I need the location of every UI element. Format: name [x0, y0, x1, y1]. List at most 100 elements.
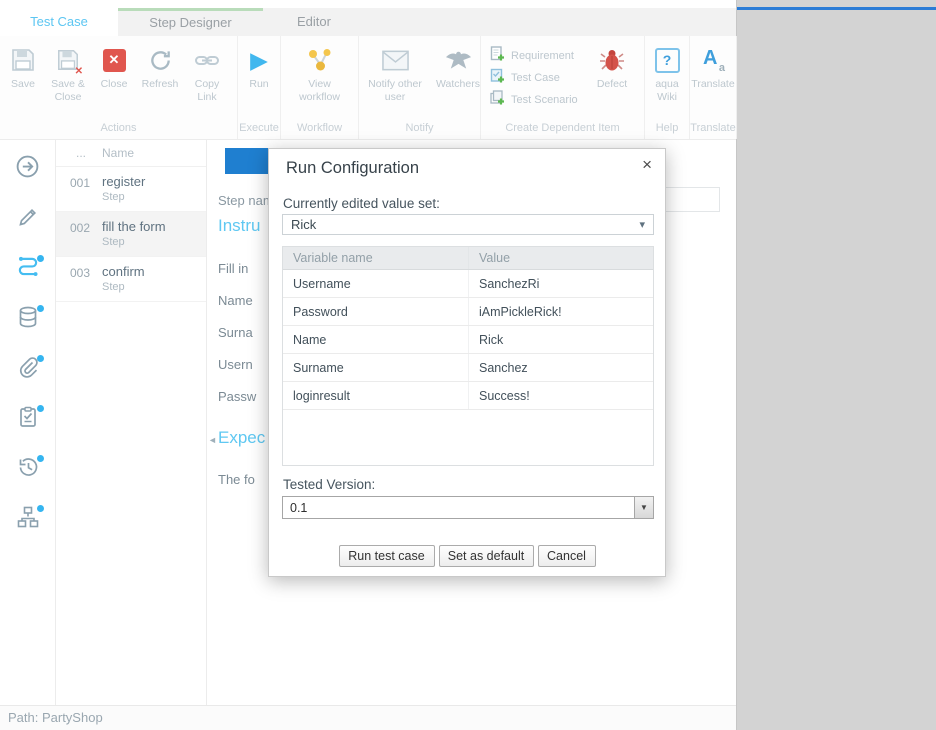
sidebar-item-goto[interactable] — [0, 144, 55, 194]
sidebar-item-edit[interactable] — [0, 194, 55, 244]
run-label: Run — [249, 78, 268, 91]
left-icon-sidebar — [0, 140, 56, 705]
ribbon: Save ✕ Save & Close ✕ Close — [0, 36, 736, 140]
sidebar-item-history[interactable] — [0, 444, 55, 494]
group-label-actions: Actions — [0, 122, 237, 134]
aqua-wiki-button[interactable]: ? aqua Wiki — [645, 45, 690, 104]
step-type: Step — [102, 281, 125, 293]
value-set-selected-value: Rick — [291, 217, 316, 232]
collapse-left-icon[interactable]: ◄ — [208, 435, 217, 445]
variable-value-cell: iAmPickleRick! — [469, 298, 653, 325]
sidebar-item-hierarchy[interactable] — [0, 494, 55, 544]
create-defect-label: Defect — [597, 78, 627, 91]
save-and-close-label: Save & Close — [45, 78, 91, 104]
group-label-create-dependent-item: Create Dependent Item — [481, 122, 644, 134]
sidebar-item-checklist[interactable] — [0, 394, 55, 444]
chevron-down-icon: ▾ — [639, 218, 645, 231]
history-icon — [16, 455, 40, 484]
step-row-003[interactable]: 003 confirm Step — [56, 257, 206, 302]
run-configuration-dialog: Run Configuration × Currently edited val… — [268, 148, 666, 577]
edit-icon — [16, 205, 40, 234]
run-button[interactable]: ▶ Run — [238, 45, 281, 91]
run-test-case-button[interactable]: Run test case — [339, 545, 435, 567]
value-set-label: Currently edited value set: — [283, 196, 440, 211]
variable-value-cell: Rick — [469, 326, 653, 353]
variable-value-cell: Sanchez — [469, 354, 653, 381]
checklist-icon — [16, 405, 40, 434]
watchers-icon — [445, 45, 472, 75]
step-name-label: Step nam — [218, 193, 274, 208]
table-row[interactable]: Surname Sanchez — [283, 354, 653, 382]
close-button[interactable]: ✕ Close — [94, 45, 134, 104]
create-test-case-button[interactable]: Test Case — [490, 67, 587, 89]
refresh-button[interactable]: Refresh — [137, 45, 183, 104]
tab-test-case[interactable]: Test Case — [0, 8, 118, 36]
create-requirement-button[interactable]: Requirement — [490, 45, 587, 67]
ribbon-group-workflow: View workflow Workflow — [281, 36, 359, 139]
translate-button[interactable]: Aa Translate — [691, 45, 736, 91]
save-and-close-button[interactable]: ✕ Save & Close — [45, 45, 91, 104]
sidebar-item-attachments[interactable] — [0, 344, 55, 394]
add-test-scenario-icon — [490, 90, 505, 110]
step-row-002[interactable]: 002 fill the form Step — [56, 212, 206, 257]
view-workflow-label: View workflow — [290, 78, 350, 104]
defect-bug-icon — [599, 45, 625, 75]
ribbon-group-actions: Save ✕ Save & Close ✕ Close — [0, 36, 238, 139]
badge-dot — [37, 405, 44, 412]
step-type: Step — [102, 191, 125, 203]
ribbon-tab-strip: Test Case Step Designer Editor — [0, 8, 736, 36]
steps-list-panel: ... Name 001 register Step 002 fill the … — [56, 140, 207, 705]
step-name: register — [102, 174, 145, 189]
screen: Test Case Step Designer Editor Save — [0, 0, 936, 730]
column-header-variable-name: Variable name — [283, 247, 469, 269]
create-test-scenario-button[interactable]: Test Scenario — [490, 89, 587, 111]
cancel-button[interactable]: Cancel — [538, 545, 596, 567]
notify-other-user-button[interactable]: Notify other user — [363, 45, 427, 104]
step-type: Step — [102, 236, 125, 248]
watchers-label: Watchers — [436, 78, 480, 91]
badge-dot — [37, 455, 44, 462]
attachment-icon — [16, 355, 40, 384]
dialog-title: Run Configuration — [286, 159, 419, 178]
sidebar-item-data[interactable] — [0, 294, 55, 344]
dialog-close-button[interactable]: × — [642, 156, 652, 173]
tested-version-value: 0.1 — [290, 501, 307, 515]
combo-dropdown-button[interactable]: ▼ — [634, 497, 653, 518]
hierarchy-icon — [16, 505, 40, 534]
set-as-default-button[interactable]: Set as default — [439, 545, 534, 567]
create-test-scenario-label: Test Scenario — [511, 94, 578, 106]
run-play-icon: ▶ — [250, 45, 268, 75]
step-row-001[interactable]: 001 register Step — [56, 167, 206, 212]
step-number: 001 — [70, 176, 90, 190]
column-header-value: Value — [469, 247, 653, 269]
tested-version-combobox[interactable]: 0.1 ▼ — [282, 496, 654, 519]
ribbon-group-execute: ▶ Run Execute — [238, 36, 281, 139]
copy-link-button[interactable]: Copy Link — [186, 45, 228, 104]
tab-step-designer[interactable]: Step Designer — [118, 8, 263, 36]
watchers-button[interactable]: Watchers — [430, 45, 486, 104]
create-items-column: Requirement Test Case Test — [481, 45, 587, 111]
status-path: Path: PartyShop — [8, 710, 103, 725]
create-defect-button[interactable]: Defect — [587, 45, 637, 111]
view-workflow-button[interactable]: View workflow — [290, 45, 350, 104]
table-row[interactable]: Username SanchezRi — [283, 270, 653, 298]
instruction-text: Usern — [218, 357, 253, 372]
add-requirement-icon — [490, 46, 505, 66]
small-close-x-icon: ✕ — [75, 66, 83, 77]
step-name: fill the form — [102, 219, 166, 234]
badge-dot — [37, 355, 44, 362]
translate-icon: Aa — [700, 45, 726, 75]
tab-editor[interactable]: Editor — [263, 8, 365, 36]
variable-value-cell: SanchezRi — [469, 270, 653, 297]
table-row[interactable]: Password iAmPickleRick! — [283, 298, 653, 326]
table-row[interactable]: Name Rick — [283, 326, 653, 354]
sidebar-item-steps[interactable] — [0, 244, 55, 294]
chevron-down-icon: ▼ — [640, 503, 648, 512]
variable-name-cell: Surname — [283, 354, 469, 381]
view-workflow-icon — [306, 45, 334, 75]
value-set-dropdown[interactable]: Rick ▾ — [282, 214, 654, 235]
save-button[interactable]: Save — [4, 45, 42, 104]
table-row[interactable]: loginresult Success! — [283, 382, 653, 410]
variable-name-cell: Name — [283, 326, 469, 353]
group-label-execute: Execute — [238, 122, 280, 134]
